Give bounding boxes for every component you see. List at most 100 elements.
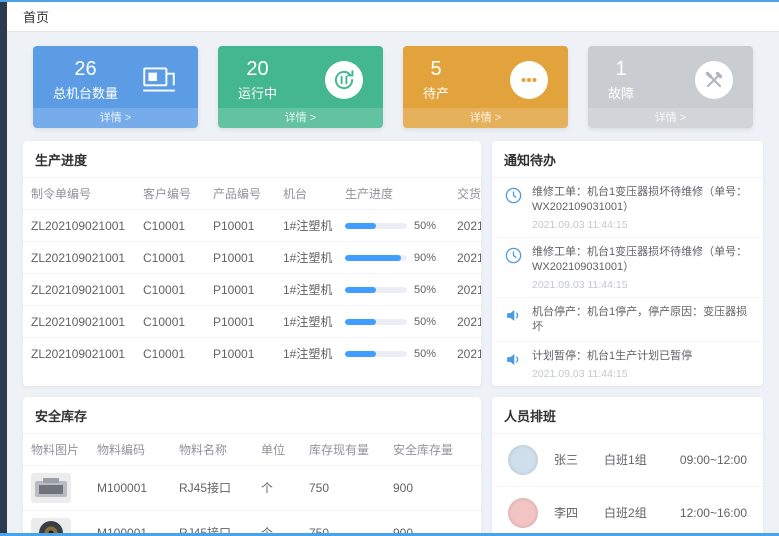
speaker-icon [504, 350, 524, 370]
cell-customer: C10001 [135, 242, 205, 274]
col-header: 机台 [275, 178, 337, 210]
progress-fill [345, 223, 376, 229]
notification-text: 维修工单：机台1变压器损坏待维修（单号：WX202109031001） [532, 185, 751, 216]
card-detail-link[interactable]: 详情 > [588, 108, 753, 128]
col-header: 物料名称 [171, 434, 253, 466]
notification-text: 维修工单：机台1变压器损坏待维修（单号：WX202109031001） [532, 245, 751, 276]
progress-label: 90% [414, 252, 436, 264]
notification-item[interactable]: 维修工单：机台1变压器损坏待维修（单号：WX202109031001） 2021… [492, 238, 763, 298]
cell-customer: C10001 [135, 338, 205, 370]
person-shift: 白班2组 [604, 504, 680, 521]
cell-date: 2021-09-10 [449, 306, 481, 338]
cell-safety: 900 [385, 510, 481, 533]
col-header: 交货日期 [449, 178, 481, 210]
stat-card-running: 20 运行中 详情 > [218, 46, 383, 128]
round-connector-photo [31, 518, 71, 533]
notification-time: 2021.09.03 11:44:15 [532, 279, 751, 291]
table-row: ZL202109021001 C10001 P10001 1#注塑机 50% 2… [23, 274, 481, 306]
cell-customer: C10001 [135, 210, 205, 242]
card-detail-link[interactable]: 详情 > [218, 108, 383, 128]
cell-progress: 50% [337, 306, 449, 338]
dashboard-content: 26 总机台数量 详情 > 20 [7, 32, 779, 533]
table-row: M100001 RJ45接口 个 750 900 [23, 510, 481, 533]
table-row: ZL202109021001 C10001 P10001 1#注塑机 90% 2… [23, 242, 481, 274]
card-detail-link[interactable]: 详情 > [403, 108, 568, 128]
main-area: 首页 26 总机台数量 [7, 2, 779, 533]
progress-bar: 50% [345, 316, 441, 328]
tools-icon [695, 61, 733, 99]
tab-home[interactable]: 首页 [23, 7, 49, 26]
card-info: 26 总机台数量 [53, 58, 118, 102]
cell-order: ZL202109021001 [23, 242, 135, 274]
ellipsis-icon [510, 61, 548, 99]
col-header: 生产进度 [337, 178, 449, 210]
card-detail-link[interactable]: 详情 > [33, 108, 198, 128]
table-header-row: 制令单编号 客户编号 产品编号 机台 生产进度 交货日期 [23, 178, 481, 210]
person-time: 12:00~16:00 [680, 506, 747, 520]
col-header: 制令单编号 [23, 178, 135, 210]
card-main: 26 总机台数量 [33, 46, 198, 108]
schedule-row: 李四 白班2组 12:00~16:00 [492, 487, 763, 533]
col-header: 单位 [253, 434, 301, 466]
panels-grid: 生产进度 制令单编号 客户编号 产品编号 机台 生产进度 交货日期 [23, 141, 763, 533]
cell-safety: 900 [385, 465, 481, 510]
progress-track [345, 223, 407, 229]
panel-title: 人员排班 [492, 397, 763, 434]
progress-fill [345, 319, 376, 325]
progress-label: 50% [414, 316, 436, 328]
inventory-table: 物料图片 物料编码 物料名称 单位 库存现有量 安全库存量 [23, 434, 481, 533]
avatar [508, 445, 538, 475]
cell-stock: 750 [301, 465, 385, 510]
panel-title: 通知待办 [492, 141, 763, 178]
stat-cards-row: 26 总机台数量 详情 > 20 [33, 46, 753, 128]
stat-label: 运行中 [238, 83, 277, 102]
cell-progress: 50% [337, 274, 449, 306]
notification-time: 2021.09.03 11:44:15 [532, 368, 692, 380]
clock-icon [504, 186, 524, 206]
progress-fill [345, 351, 376, 357]
cell-image [23, 510, 89, 533]
stat-card-fault: 1 故障 详情 > [588, 46, 753, 128]
card-main: 5 待产 [403, 46, 568, 108]
progress-bar: 50% [345, 220, 441, 232]
panel-safety-inventory: 安全库存 物料图片 物料编码 物料名称 单位 库存现有量 安全库存量 [23, 397, 481, 533]
progress-bar: 50% [345, 284, 441, 296]
notification-body: 计划暂停：机台1生产计划已暂停 2021.09.03 11:44:15 [532, 349, 692, 379]
progress-label: 50% [414, 348, 436, 360]
icon-circle [325, 61, 363, 99]
col-header: 产品编号 [205, 178, 275, 210]
stat-card-waiting: 5 待产 详情 > [403, 46, 568, 128]
notification-body: 维修工单：机台1变压器损坏待维修（单号：WX202109031001） 2021… [532, 185, 751, 231]
notification-item[interactable]: 机台停产：机台1停产，停产原因：变压器损坏 [492, 298, 763, 343]
machine-icon [140, 61, 178, 99]
cell-date: 2021-09-10 [449, 210, 481, 242]
cell-unit: 个 [253, 510, 301, 533]
cell-name: RJ45接口 [171, 510, 253, 533]
stat-value: 20 [238, 58, 277, 80]
progress-bar: 50% [345, 348, 441, 360]
table-row: ZL202109021001 C10001 P10001 1#注塑机 50% 2… [23, 338, 481, 370]
cell-progress: 90% [337, 242, 449, 274]
cell-code: M100001 [89, 465, 171, 510]
cell-date: 2021-09-10 [449, 338, 481, 370]
table-header-row: 物料图片 物料编码 物料名称 单位 库存现有量 安全库存量 [23, 434, 481, 466]
panel-personnel-schedule: 人员排班 张三 白班1组 09:00~12:00 李四 白班2组 12:00~1… [492, 397, 763, 533]
window-top-border [0, 0, 779, 2]
table-row: ZL202109021001 C10001 P10001 1#注塑机 50% 2… [23, 210, 481, 242]
notification-item[interactable]: 计划暂停：机台1生产计划已暂停 2021.09.03 11:44:15 [492, 342, 763, 385]
cell-order: ZL202109021001 [23, 338, 135, 370]
cell-image [23, 465, 89, 510]
cell-stock: 750 [301, 510, 385, 533]
cell-machine: 1#注塑机 [275, 210, 337, 242]
cell-progress: 50% [337, 210, 449, 242]
cell-order: ZL202109021001 [23, 274, 135, 306]
notification-item[interactable]: 维修工单：机台1变压器损坏待维修（单号：WX202109031001） 2021… [492, 178, 763, 238]
col-header: 安全库存量 [385, 434, 481, 466]
avatar [508, 498, 538, 528]
cell-product: P10001 [205, 274, 275, 306]
progress-track [345, 287, 407, 293]
notification-time: 2021.09.03 11:44:15 [532, 219, 751, 231]
progress-label: 50% [414, 220, 436, 232]
cell-machine: 1#注塑机 [275, 242, 337, 274]
col-header: 客户编号 [135, 178, 205, 210]
